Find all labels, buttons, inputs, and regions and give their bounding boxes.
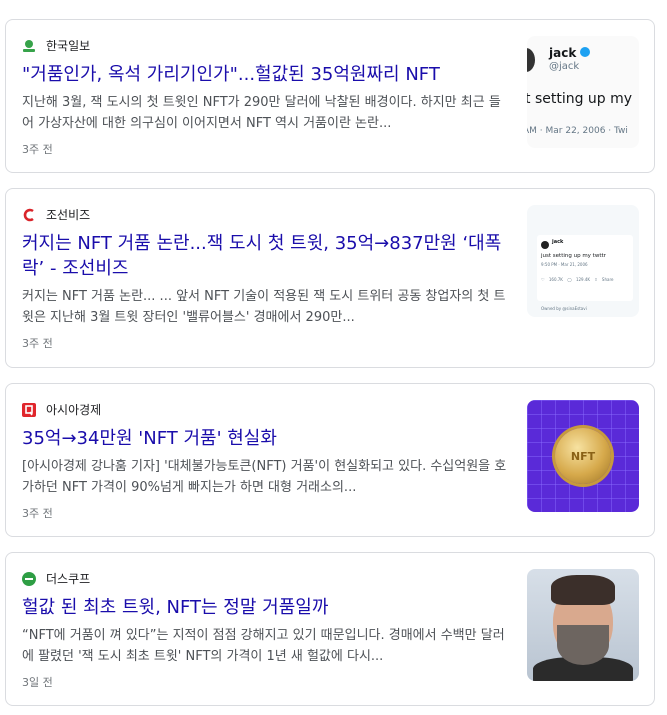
result-title[interactable]: 헐값 된 최초 트윗, NFT는 정말 거품일까 xyxy=(22,595,507,620)
news-card[interactable]: 조선비즈 커지는 NFT 거품 논란...잭 도시 첫 트윗, 35억→837만… xyxy=(5,188,655,368)
nft-coin-icon: NFT xyxy=(555,428,611,484)
result-time: 3일 전 xyxy=(22,676,53,689)
result-title[interactable]: 35억→34만원 'NFT 거품' 현실화 xyxy=(22,426,507,451)
news-card[interactable]: 아시아경제 35억→34만원 'NFT 거품' 현실화 [아시아경제 강나훔 기… xyxy=(5,383,655,537)
result-thumbnail[interactable]: jack @jack t setting up my AM · Mar 22, … xyxy=(527,36,639,148)
result-time: 3주 전 xyxy=(22,143,53,156)
avatar xyxy=(541,241,549,249)
result-time: 3주 전 xyxy=(22,507,53,520)
result-thumbnail[interactable] xyxy=(527,569,639,681)
tweet-text: t setting up my xyxy=(527,91,633,107)
result-snippet: [아시아경제 강나훔 기자] '대체불가능토큰(NFT) 거품'이 현실화되고 … xyxy=(22,459,507,495)
tweet-stats: ♡ 160.7K ◯ 129.4K ⇧ Share xyxy=(541,277,614,282)
result-snippet: 지난해 3월, 잭 도시의 첫 트윗인 NFT가 290만 달러에 낙찰된 배경… xyxy=(22,95,501,131)
result-thumbnail[interactable]: NFT xyxy=(527,400,639,512)
source-name: 한국일보 xyxy=(46,38,91,53)
source-row: 한국일보 xyxy=(22,36,90,54)
tweet-text: just setting up my twttr xyxy=(541,253,606,259)
result-title[interactable]: "거품인가, 옥석 가리기인가"...헐값된 35억원짜리 NFT xyxy=(22,62,507,87)
tweet-username: @jack xyxy=(549,61,580,72)
news-card[interactable]: 한국일보 "거품인가, 옥석 가리기인가"...헐값된 35억원짜리 NFT 지… xyxy=(5,19,655,173)
portrait-beard xyxy=(557,625,609,665)
source-name: 조선비즈 xyxy=(46,207,91,222)
tweet-date: AM · Mar 22, 2006 · Twi xyxy=(527,126,628,136)
portrait-hair xyxy=(551,575,615,605)
chosun-logo-icon xyxy=(22,207,36,222)
coin-label: NFT xyxy=(570,449,596,463)
tweet-handle: jack xyxy=(549,46,577,60)
tweet-owner: Owned by @sinaEstavi xyxy=(541,306,587,311)
tweet-date: 9:50 PM · Mar 21, 2006 xyxy=(541,262,588,267)
tweet-handle: jack xyxy=(552,239,564,245)
result-time: 3주 전 xyxy=(22,337,53,350)
avatar xyxy=(527,48,535,72)
verified-icon xyxy=(580,47,590,57)
asiae-logo-icon xyxy=(22,402,36,417)
source-name: 아시아경제 xyxy=(46,402,102,417)
hankook-logo-icon xyxy=(22,38,36,52)
source-row: 아시아경제 xyxy=(22,400,101,418)
source-row: 더스쿠프 xyxy=(22,569,90,587)
news-card[interactable]: 더스쿠프 헐값 된 최초 트윗, NFT는 정말 거품일까 “NFT에 거품이 … xyxy=(5,552,655,706)
result-title[interactable]: 커지는 NFT 거품 논란...잭 도시 첫 트윗, 35억→837만원 ‘대폭… xyxy=(22,231,507,281)
scoop-logo-icon xyxy=(22,571,36,586)
source-row: 조선비즈 xyxy=(22,205,90,223)
result-thumbnail[interactable]: jack just setting up my twttr 9:50 PM · … xyxy=(527,205,639,317)
source-name: 더스쿠프 xyxy=(46,571,91,586)
result-snippet: 커지는 NFT 거품 논란... ... 앞서 NFT 기술이 적용된 잭 도시… xyxy=(22,289,506,325)
result-snippet: “NFT에 거품이 껴 있다”는 지적이 점점 강해지고 있기 때문입니다. 경… xyxy=(22,628,505,664)
